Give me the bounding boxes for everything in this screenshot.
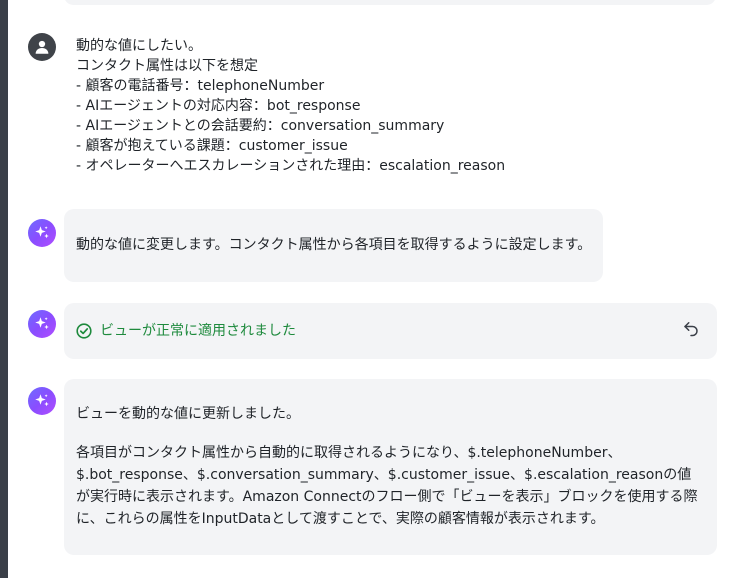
assistant-message-paragraph: 各項目がコンタクト属性から自動的に取得されるようになり、$.telephoneN… [76, 445, 698, 527]
chat-panel: 動的な値にしたい。 コンタクト属性は以下を想定 - 顧客の電話番号：teleph… [0, 0, 732, 578]
assistant-message-bubble: 動的な値に変更します。コンタクト属性から各項目を取得するように設定します。 [64, 209, 603, 282]
user-message-line: - 顧客が抱えている課題：customer_issue [76, 138, 348, 154]
assistant-sparkle-icon [28, 387, 56, 415]
undo-icon [682, 319, 700, 344]
assistant-sparkle-icon [28, 310, 56, 338]
assistant-message-text: 動的な値に変更します。コンタクト属性から各項目を取得するように設定します。 [76, 237, 592, 253]
assistant-sparkle-icon [28, 219, 56, 247]
user-message-line: コンタクト属性は以下を想定 [76, 58, 258, 74]
status-text: ビューが正常に適用されました [100, 323, 296, 339]
previous-message-bubble [64, 0, 716, 5]
user-avatar-icon [28, 33, 56, 61]
user-message-line: - 顧客の電話番号：telephoneNumber [76, 78, 325, 94]
view-applied-status-bubble: ビューが正常に適用されました [64, 303, 717, 359]
user-message-line: - AIエージェントとの会話要約：conversation_summary [76, 118, 445, 134]
undo-button[interactable] [677, 317, 705, 345]
left-rail [0, 0, 8, 578]
check-circle-icon [76, 323, 92, 339]
assistant-message-bubble: ビューを動的な値に更新しました。 各項目がコンタクト属性から自動的に取得されるよ… [64, 379, 717, 555]
user-message-line: 動的な値にしたい。 [76, 38, 202, 54]
user-message: 動的な値にしたい。 コンタクト属性は以下を想定 - 顧客の電話番号：teleph… [76, 36, 696, 176]
user-message-line: - AIエージェントの対応内容：bot_response [76, 98, 361, 114]
view-applied-status: ビューが正常に適用されました [76, 320, 296, 342]
assistant-message-paragraph: ビューを動的な値に更新しました。 [76, 406, 300, 422]
user-message-line: - オペレーターへエスカレーションされた理由：escalation_reason [76, 158, 506, 174]
